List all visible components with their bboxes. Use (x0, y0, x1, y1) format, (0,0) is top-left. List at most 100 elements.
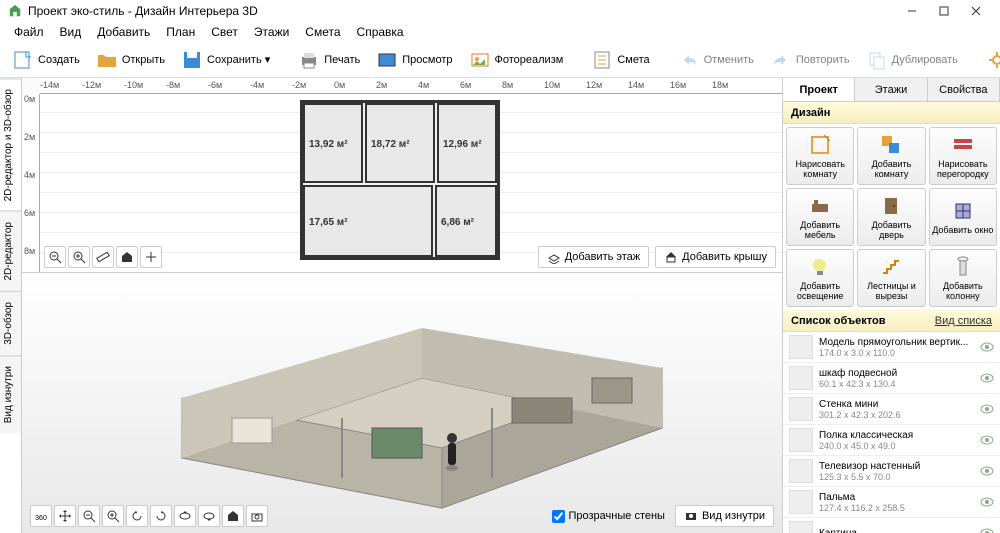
side-tab-1[interactable]: 2D-редактор (0, 211, 21, 291)
redo-button[interactable]: Повторить (764, 45, 856, 75)
maximize-button[interactable] (928, 0, 960, 22)
view-3d[interactable]: 360 Прозрачные стены Вид изнутри (22, 273, 782, 533)
room[interactable]: 12,96 м² (437, 103, 497, 183)
tilt-up-button[interactable] (174, 505, 196, 527)
create-icon (12, 49, 34, 71)
grid-button[interactable] (140, 246, 162, 268)
visibility-icon[interactable] (980, 495, 994, 509)
menu-файл[interactable]: Файл (6, 23, 52, 41)
minimize-button[interactable] (896, 0, 928, 22)
object-name: Картина (819, 528, 974, 533)
room[interactable]: 17,65 м² (303, 185, 433, 257)
visibility-icon[interactable] (980, 526, 994, 533)
inside-view-button[interactable]: Вид изнутри (675, 505, 774, 527)
design-btn-6[interactable]: Добавить освещение (786, 249, 854, 307)
object-name: Полка классическая (819, 430, 974, 441)
home-button[interactable] (116, 246, 138, 268)
object-list[interactable]: Модель прямоугольник вертик...174.0 x 3.… (783, 332, 1000, 533)
photoreal-icon (469, 49, 491, 71)
orbit-button[interactable]: 360 (30, 505, 52, 527)
visibility-icon[interactable] (980, 402, 994, 416)
rotate-left-button[interactable] (126, 505, 148, 527)
save-button[interactable]: Сохранить▾ (175, 45, 276, 75)
design-btn-8[interactable]: Добавить колонну (929, 249, 997, 307)
toolbar: Создать Открыть Сохранить▾ Печать Просмо… (0, 42, 1000, 78)
close-button[interactable] (960, 0, 992, 22)
menu-добавить[interactable]: Добавить (89, 23, 158, 41)
estimate-button[interactable]: Смета (585, 45, 655, 75)
side-tabs: 2D-редактор и 3D-обзор2D-редактор3D-обзо… (0, 78, 22, 533)
room[interactable]: 6,86 м² (435, 185, 497, 257)
visibility-icon[interactable] (980, 340, 994, 354)
scene-3d[interactable] (22, 273, 782, 533)
object-dims: 127.4 x 116.2 x 258.5 (819, 503, 974, 513)
open-icon (96, 49, 118, 71)
design-btn-3[interactable]: Добавить мебель (786, 188, 854, 246)
undo-icon (678, 49, 700, 71)
rp-tab-0[interactable]: Проект (783, 78, 855, 101)
open-button[interactable]: Открыть (90, 45, 171, 75)
object-name: Стенка мини (819, 399, 974, 410)
menu-этажи[interactable]: Этажи (246, 23, 297, 41)
side-tab-3[interactable]: Вид изнутри (0, 355, 21, 433)
measure-button[interactable] (92, 246, 114, 268)
object-item[interactable]: Телевизор настенный125.3 x 5.5 x 70.0 (783, 456, 1000, 487)
tilt-down-button[interactable] (198, 505, 220, 527)
object-item[interactable]: шкаф подвесной60.1 x 42.3 x 130.4 (783, 363, 1000, 394)
object-item[interactable]: Модель прямоугольник вертик...174.0 x 3.… (783, 332, 1000, 363)
design-btn-2[interactable]: Нарисовать перегородку (929, 127, 997, 185)
rotate-right-button[interactable] (150, 505, 172, 527)
visibility-icon[interactable] (980, 371, 994, 385)
side-tab-0[interactable]: 2D-редактор и 3D-обзор (0, 78, 21, 211)
add-roof-button[interactable]: Добавить крышу (655, 246, 776, 268)
room-label: 6,86 м² (441, 217, 474, 228)
object-name: Телевизор настенный (819, 461, 974, 472)
room[interactable]: 18,72 м² (365, 103, 435, 183)
duplicate-button[interactable]: Дублировать (860, 45, 964, 75)
create-button[interactable]: Создать (6, 45, 86, 75)
menu-свет[interactable]: Свет (203, 23, 246, 41)
zoom-out-3d-button[interactable] (78, 505, 100, 527)
object-dims: 174.0 x 3.0 x 110.0 (819, 348, 974, 358)
zoom-out-button[interactable] (44, 246, 66, 268)
design-btn-7[interactable]: Лестницы и вырезы (857, 249, 925, 307)
preview-button[interactable]: Просмотр (370, 45, 458, 75)
save-icon (181, 49, 203, 71)
floorplan[interactable]: 13,92 м² 18,72 м²12,96 м²17,65 м² 6,86 м² (300, 100, 500, 260)
rp-tab-2[interactable]: Свойства (928, 78, 1000, 101)
design-btn-4[interactable]: Добавить дверь (857, 188, 925, 246)
object-thumb (789, 397, 813, 421)
design-btn-5[interactable]: Добавить окно (929, 188, 997, 246)
add-floor-button[interactable]: Добавить этаж (538, 246, 649, 268)
visibility-icon[interactable] (980, 464, 994, 478)
room[interactable]: 13,92 м² (303, 103, 363, 183)
side-tab-2[interactable]: 3D-обзор (0, 291, 21, 355)
object-item[interactable]: Картина (783, 518, 1000, 533)
view-2d[interactable]: -14м-12м-10м-8м-6м-4м-2м0м2м4м6м8м10м12м… (22, 78, 782, 273)
object-item[interactable]: Полка классическая240.0 x 45.0 x 49.0 (783, 425, 1000, 456)
zoom-in-button[interactable] (68, 246, 90, 268)
undo-button[interactable]: Отменить (672, 45, 760, 75)
controls-3d: 360 (30, 505, 268, 527)
menu-смета[interactable]: Смета (297, 23, 348, 41)
reset-view-button[interactable] (222, 505, 244, 527)
menu-справка[interactable]: Справка (349, 23, 412, 41)
pan-button[interactable] (54, 505, 76, 527)
redo-icon (770, 49, 792, 71)
object-item[interactable]: Стенка мини301.2 x 42.3 x 202.6 (783, 394, 1000, 425)
visibility-icon[interactable] (980, 433, 994, 447)
transparent-walls-checkbox[interactable]: Прозрачные стены (552, 510, 665, 523)
menu-вид[interactable]: Вид (52, 23, 90, 41)
rp-tab-1[interactable]: Этажи (855, 78, 927, 101)
object-item[interactable]: Пальма127.4 x 116.2 x 258.5 (783, 487, 1000, 518)
room-label: 13,92 м² (309, 139, 348, 150)
design-btn-1[interactable]: Добавить комнату (857, 127, 925, 185)
photoreal-button[interactable]: Фотореализм (463, 45, 570, 75)
camera-button[interactable] (246, 505, 268, 527)
menu-план[interactable]: План (158, 23, 203, 41)
settings-button[interactable] (980, 45, 1000, 75)
list-view-link[interactable]: Вид списка (935, 315, 992, 327)
design-btn-0[interactable]: Нарисовать комнату (786, 127, 854, 185)
print-button[interactable]: Печать (292, 45, 366, 75)
zoom-in-3d-button[interactable] (102, 505, 124, 527)
